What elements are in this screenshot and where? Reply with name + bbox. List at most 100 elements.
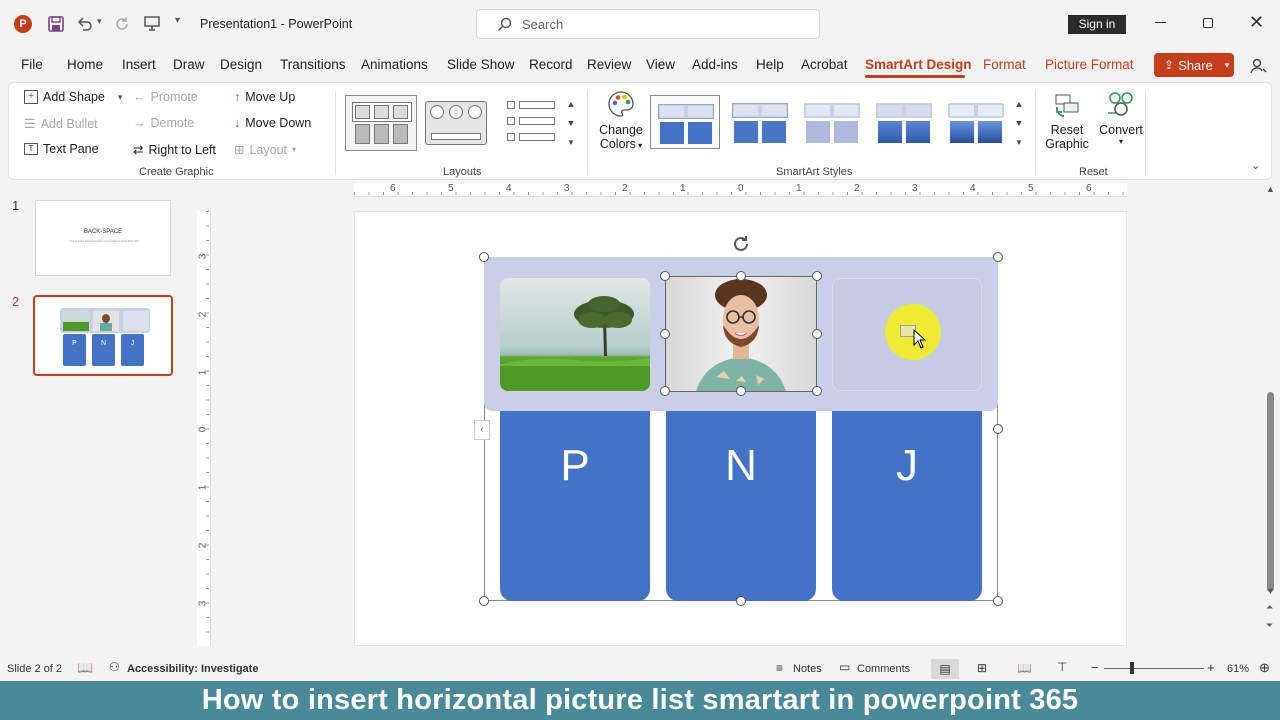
tab-smartart-design[interactable]: SmartArt Design (865, 57, 972, 72)
tab-animations[interactable]: Animations (361, 57, 428, 72)
smartart-handle[interactable] (993, 252, 1003, 262)
add-bullet-button[interactable]: ☰ Add Bullet (24, 116, 98, 132)
style-option-intense[interactable] (869, 95, 939, 149)
chevron-down-icon[interactable]: ▼ (564, 114, 578, 133)
tab-view[interactable]: View (646, 57, 675, 72)
tab-design[interactable]: Design (220, 57, 262, 72)
picture-handle[interactable] (736, 271, 746, 281)
smartart-handle[interactable] (993, 596, 1003, 606)
zoom-slider-thumb[interactable] (1130, 662, 1134, 674)
chevron-up-icon[interactable]: ▲ (564, 95, 578, 114)
picture-handle[interactable] (812, 329, 822, 339)
layout-option-circle-list[interactable] (421, 95, 493, 151)
accessibility-status[interactable]: Accessibility: Investigate (127, 663, 258, 675)
tab-addins[interactable]: Add-ins (692, 57, 738, 72)
tab-insert[interactable]: Insert (122, 57, 156, 72)
fit-to-window-icon[interactable]: ⊕ (1259, 660, 1270, 676)
coauthor-icon[interactable] (1249, 57, 1267, 75)
smartart-tile-1[interactable]: P (500, 411, 650, 601)
notes-button[interactable]: Notes (793, 663, 822, 675)
slide-thumbnail-1[interactable]: BACK-SPACE How to insert horizontal pict… (35, 200, 171, 276)
save-icon[interactable] (47, 15, 65, 33)
vertical-scrollbar[interactable]: ▲ ▼ ⏶ ⏷ (1264, 182, 1278, 657)
minimize-icon[interactable] (1155, 22, 1166, 23)
picture-handle[interactable] (812, 271, 822, 281)
layouts-scroll[interactable]: ▲ ▼ ▾ (564, 95, 578, 153)
smartart-handle[interactable] (993, 424, 1003, 434)
picture-placeholder[interactable] (832, 278, 982, 391)
chevron-down-icon[interactable]: ▼ (1012, 114, 1026, 133)
slide-sorter-icon[interactable]: ⊞ (977, 661, 987, 675)
present-from-start-icon[interactable] (143, 14, 161, 32)
smartart-handle[interactable] (479, 252, 489, 262)
zoom-out-icon[interactable]: − (1091, 660, 1099, 675)
redo-icon[interactable] (113, 15, 131, 33)
rotate-handle-icon[interactable] (730, 233, 752, 255)
scroll-down-icon[interactable]: ▼ (1266, 586, 1275, 596)
close-icon[interactable]: ✕ (1249, 12, 1264, 33)
change-colors-button[interactable]: Change Colors ▾ (595, 89, 647, 159)
tab-acrobat[interactable]: Acrobat (801, 57, 848, 72)
tab-format[interactable]: Format (983, 57, 1026, 72)
picture-handle[interactable] (660, 386, 670, 396)
text-pane-toggle[interactable]: ‹ (474, 420, 490, 440)
customize-toolbar-icon[interactable]: ▾ (175, 15, 180, 26)
move-down-button[interactable]: ↓ Move Down (234, 116, 311, 130)
text-pane-button[interactable]: T Text Pane (24, 142, 99, 156)
promote-button[interactable]: ← Promote (133, 90, 198, 104)
normal-view-icon[interactable]: ▤ (931, 659, 959, 679)
right-to-left-button[interactable]: ⇄ Right to Left (133, 142, 216, 158)
tab-record[interactable]: Record (529, 57, 573, 72)
layout-option-picture-list[interactable] (345, 95, 417, 151)
smartart-handle[interactable] (479, 596, 489, 606)
layout-button[interactable]: ⊞ Layout ▾ (234, 142, 296, 158)
tab-picture-format[interactable]: Picture Format (1045, 57, 1134, 72)
gallery-more-icon[interactable]: ▾ (564, 133, 578, 152)
layout-option-vertical-list[interactable] (499, 95, 565, 151)
spelling-icon[interactable]: 📖 (77, 660, 93, 676)
zoom-in-icon[interactable]: + (1207, 660, 1215, 675)
search-box[interactable]: Search (476, 9, 820, 39)
picture-handle[interactable] (812, 386, 822, 396)
smartart-tile-2[interactable]: N (666, 411, 816, 601)
demote-button[interactable]: → Demote (133, 116, 194, 130)
undo-dropdown-icon[interactable]: ▾ (97, 16, 102, 27)
tab-review[interactable]: Review (587, 57, 631, 72)
convert-button[interactable]: Convert ▾ (1093, 89, 1149, 159)
scroll-thumb[interactable] (1267, 392, 1274, 592)
restore-icon[interactable] (1203, 18, 1213, 28)
reading-view-icon[interactable]: 📖 (1017, 661, 1032, 675)
collapse-ribbon-icon[interactable]: ⌄ (1251, 159, 1260, 172)
smartart-handle[interactable] (736, 596, 746, 606)
style-option-polished[interactable] (941, 95, 1011, 149)
notes-icon[interactable]: ≡ (776, 661, 783, 675)
picture-handle[interactable] (660, 271, 670, 281)
zoom-level[interactable]: 61% (1227, 663, 1249, 675)
chevron-up-icon[interactable]: ▲ (1012, 95, 1026, 114)
comments-icon[interactable]: ▭ (839, 660, 850, 674)
gallery-more-icon[interactable]: ▾ (1012, 133, 1026, 152)
comments-button[interactable]: Comments (857, 663, 910, 675)
next-slide-icon[interactable]: ⏷ (1266, 620, 1273, 631)
zoom-slider[interactable] (1104, 662, 1204, 674)
accessibility-icon[interactable]: ⚇ (109, 660, 120, 674)
sign-in-button[interactable]: Sign in (1068, 15, 1126, 34)
tree-field-image[interactable] (500, 278, 650, 391)
tab-transitions[interactable]: Transitions (280, 57, 346, 72)
picture-handle[interactable] (736, 386, 746, 396)
tab-slideshow[interactable]: Slide Show (447, 57, 515, 72)
add-shape-button[interactable]: + Add Shape ▾ (24, 90, 122, 104)
previous-slide-icon[interactable]: ⏶ (1266, 602, 1273, 613)
undo-icon[interactable] (76, 15, 94, 33)
tab-draw[interactable]: Draw (173, 57, 205, 72)
slideshow-view-icon[interactable]: ⊤ (1057, 660, 1067, 674)
share-button[interactable]: ⇪ Share ▾ (1154, 53, 1234, 77)
reset-graphic-button[interactable]: Reset Graphic (1041, 89, 1093, 159)
style-option-simple[interactable] (650, 95, 720, 149)
tab-help[interactable]: Help (756, 57, 784, 72)
slide-thumbnail-2[interactable]: P N J (33, 295, 173, 376)
move-up-button[interactable]: ↑ Move Up (234, 90, 295, 104)
picture-handle[interactable] (660, 329, 670, 339)
style-option-moderate[interactable] (797, 95, 867, 149)
tab-home[interactable]: Home (67, 57, 103, 72)
